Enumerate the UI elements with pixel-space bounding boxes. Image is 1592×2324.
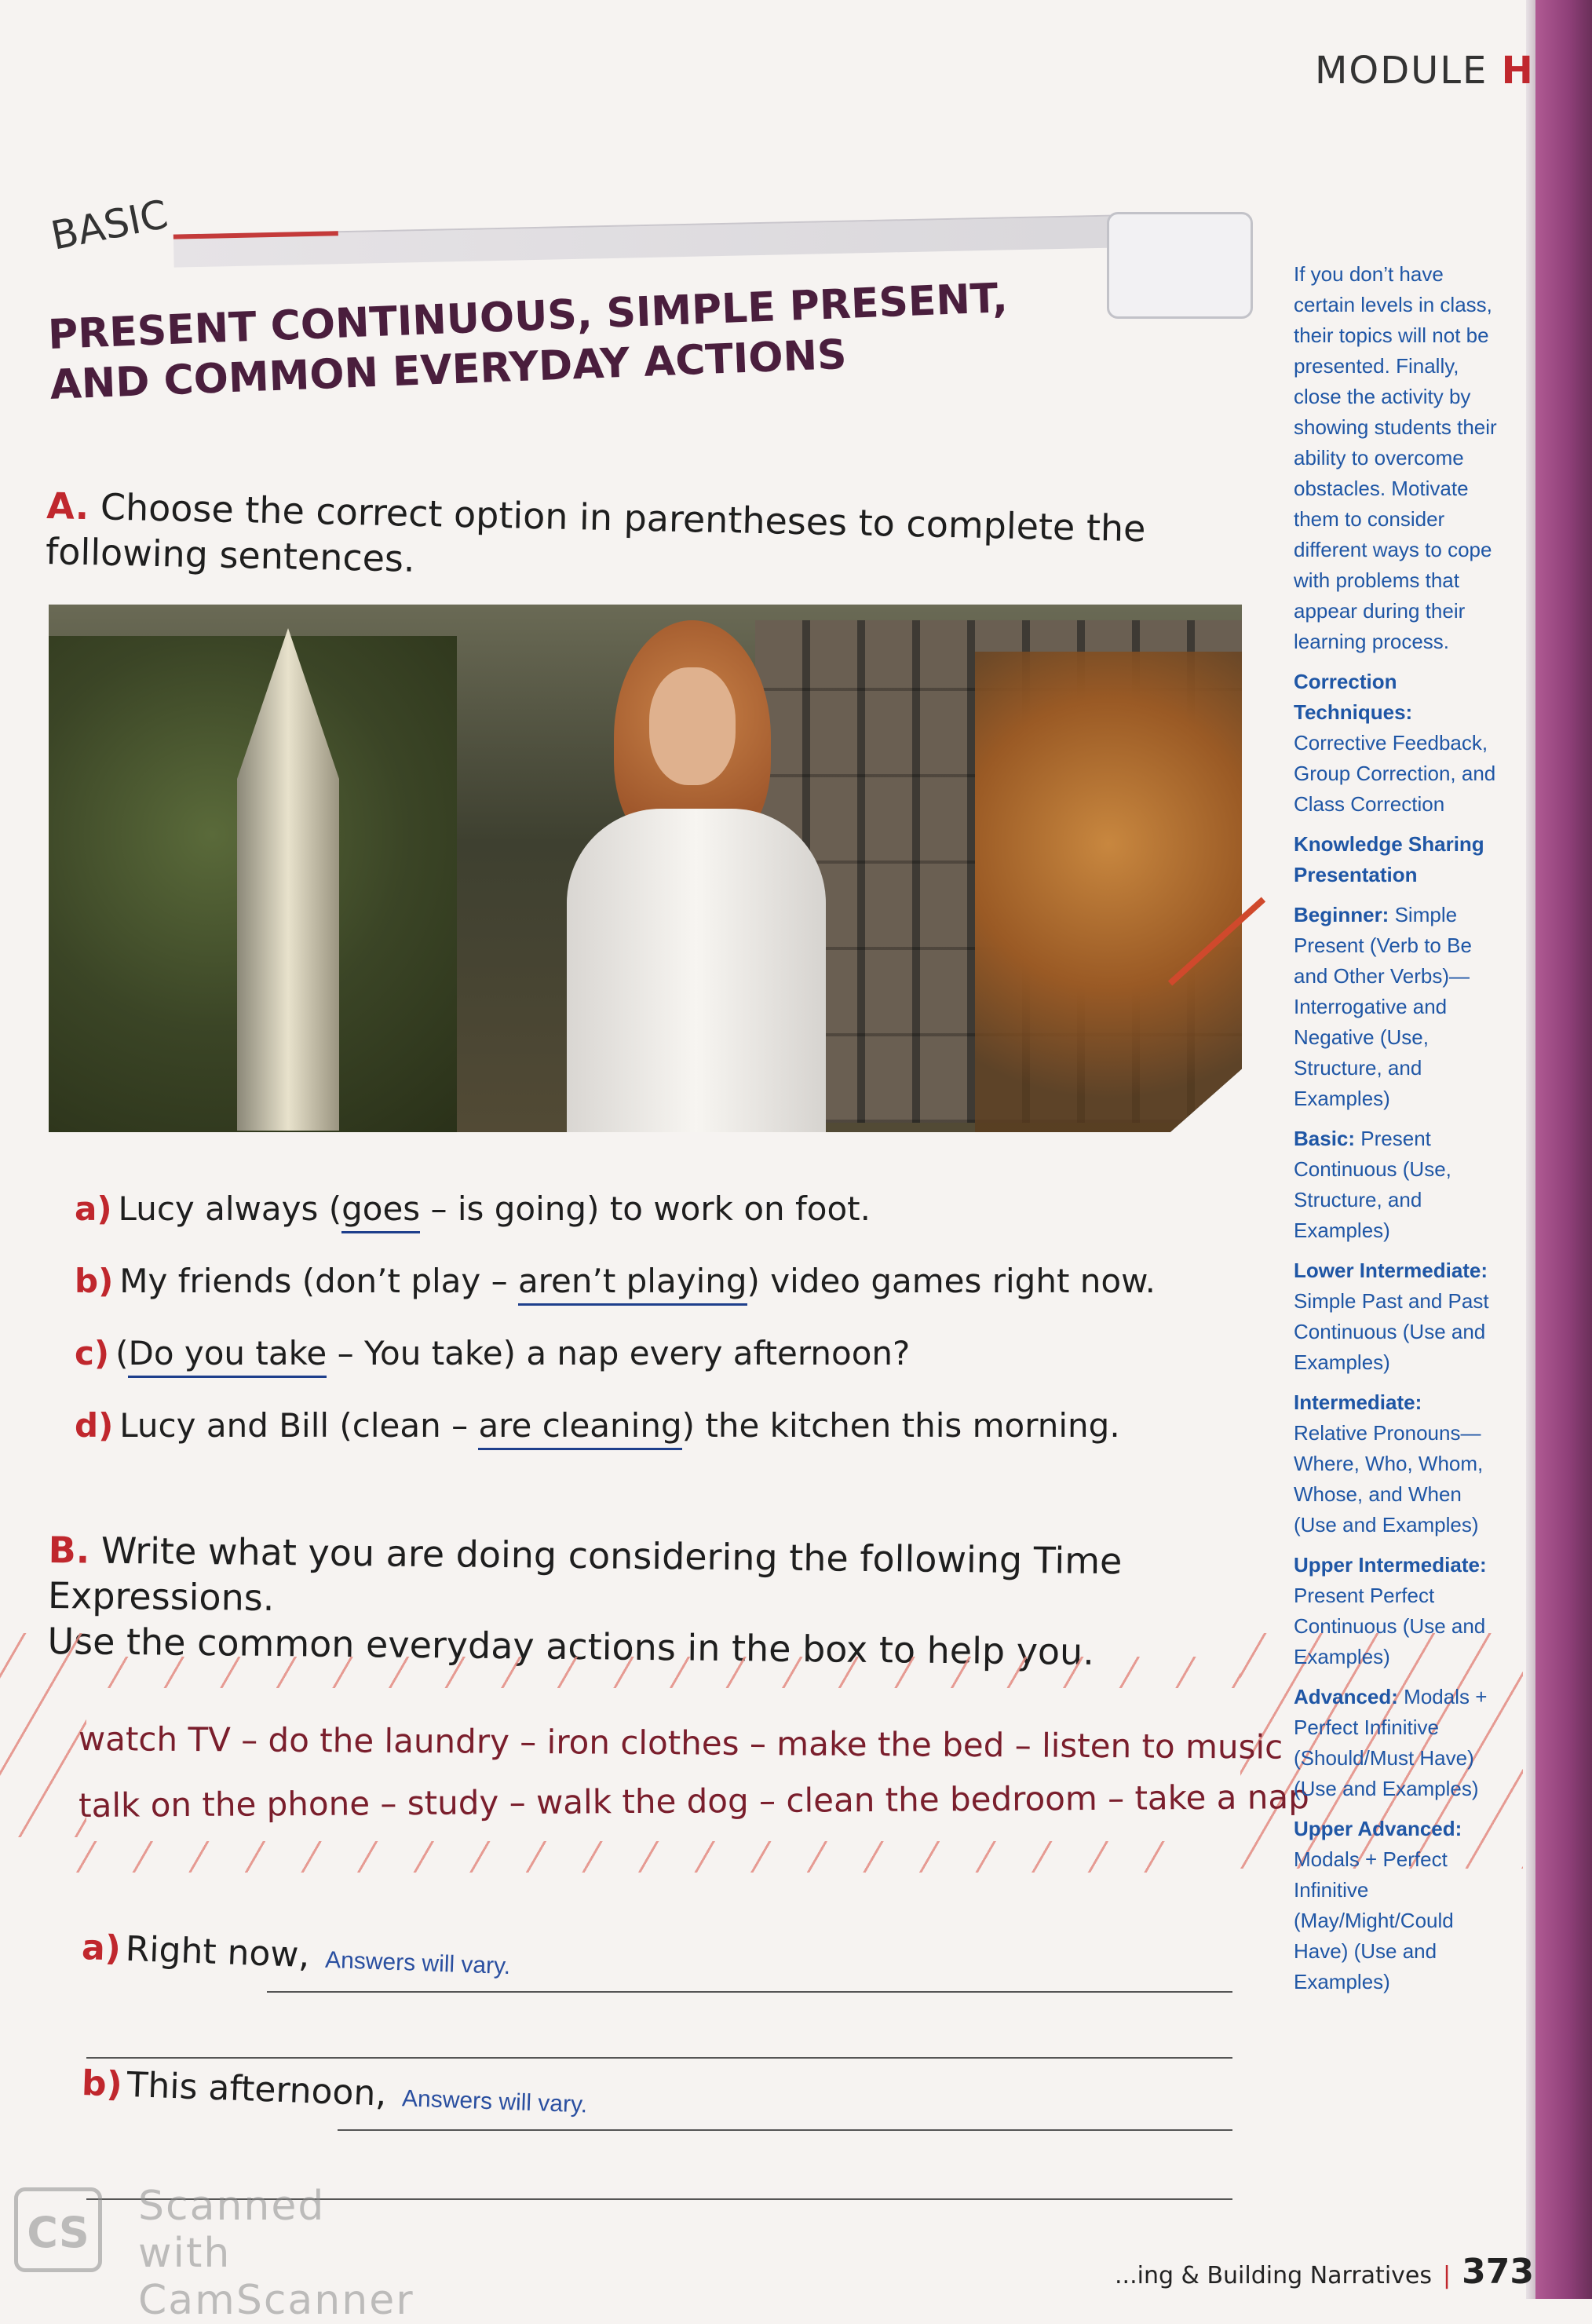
hatch-decoration [71,1841,1185,1873]
exercise-item: a) Lucy always (goes – is going) to work … [75,1189,871,1233]
hatch-decoration [102,1657,1240,1688]
woman-figure [535,605,865,1132]
teacher-sidebar: If you don’t have certain levels in clas… [1294,259,1499,2007]
speech-bubble-icon [1107,212,1253,319]
answer-text: Answers will vary. [401,2085,588,2118]
page-edge [1526,0,1592,2299]
level-banner: BASIC [47,181,1242,281]
word-box-line: watch TV – do the laundry – iron clothes… [78,1719,1283,1767]
sidebar-level: Advanced: Modals + Perfect Infinitive (S… [1294,1685,1488,1800]
camscanner-logo-icon: CS [14,2187,102,2272]
write-item: a)Right now, Answers will vary. [81,1928,511,1980]
camscanner-watermark: CS Scanned with CamScanner [14,2183,422,2324]
answer-underline: Do you take [128,1334,327,1378]
exercise-item: b) My friends (don’t play – aren’t playin… [75,1262,1156,1306]
sidebar-level: Upper Advanced: Modals + Perfect Infinit… [1294,1817,1462,1993]
answer-text: Answers will vary. [324,1946,511,1980]
module-letter: H [1501,49,1535,93]
exercise-item: c) (Do you take – You take) a nap every a… [75,1334,910,1378]
answer-underline: aren’t playing [517,1262,747,1306]
sidebar-level: Lower Intermediate: Simple Past and Past… [1294,1259,1489,1374]
sidebar-level: Intermediate: Relative Pronouns—Where, W… [1294,1390,1484,1537]
answer-line[interactable] [86,2057,1232,2059]
page-number: 373 [1462,2252,1534,2292]
level-label: BASIC [47,191,172,259]
sidebar-level: Beginner: Simple Present (Verb to Be and… [1294,903,1472,1110]
instruction-b: B. Write what you are doing considering … [47,1528,1123,1673]
sidebar-level: Upper Intermediate: Present Perfect Cont… [1294,1553,1487,1668]
answer-underline: are cleaning [478,1406,682,1450]
module-header: MODULE H [1315,49,1535,93]
photo-woman-on-phone [49,605,1242,1132]
exercise-item: d) Lucy and Bill (clean – are cleaning) t… [75,1406,1120,1450]
sidebar-level: Basic: Present Continuous (Use, Structur… [1294,1127,1451,1242]
answer-underline: goes [341,1189,421,1233]
word-box-line: talk on the phone – study – walk the dog… [79,1778,1309,1825]
page-footer: ...ing & Building Narratives | 373 [1115,2252,1534,2292]
instruction-a: A. Choose the correct option in parenthe… [45,484,1146,580]
hatch-decoration [0,1633,86,1837]
write-item: b)This afternoon, Answers will vary. [81,2063,588,2118]
banner-band [173,212,1226,268]
answer-line[interactable] [338,2129,1232,2131]
sidebar-intro: If you don’t have certain levels in clas… [1294,262,1497,653]
answer-line[interactable] [267,1991,1232,1993]
section-title: PRESENT CONTINUOUS, SIMPLE PRESENT, AND … [47,275,1009,409]
